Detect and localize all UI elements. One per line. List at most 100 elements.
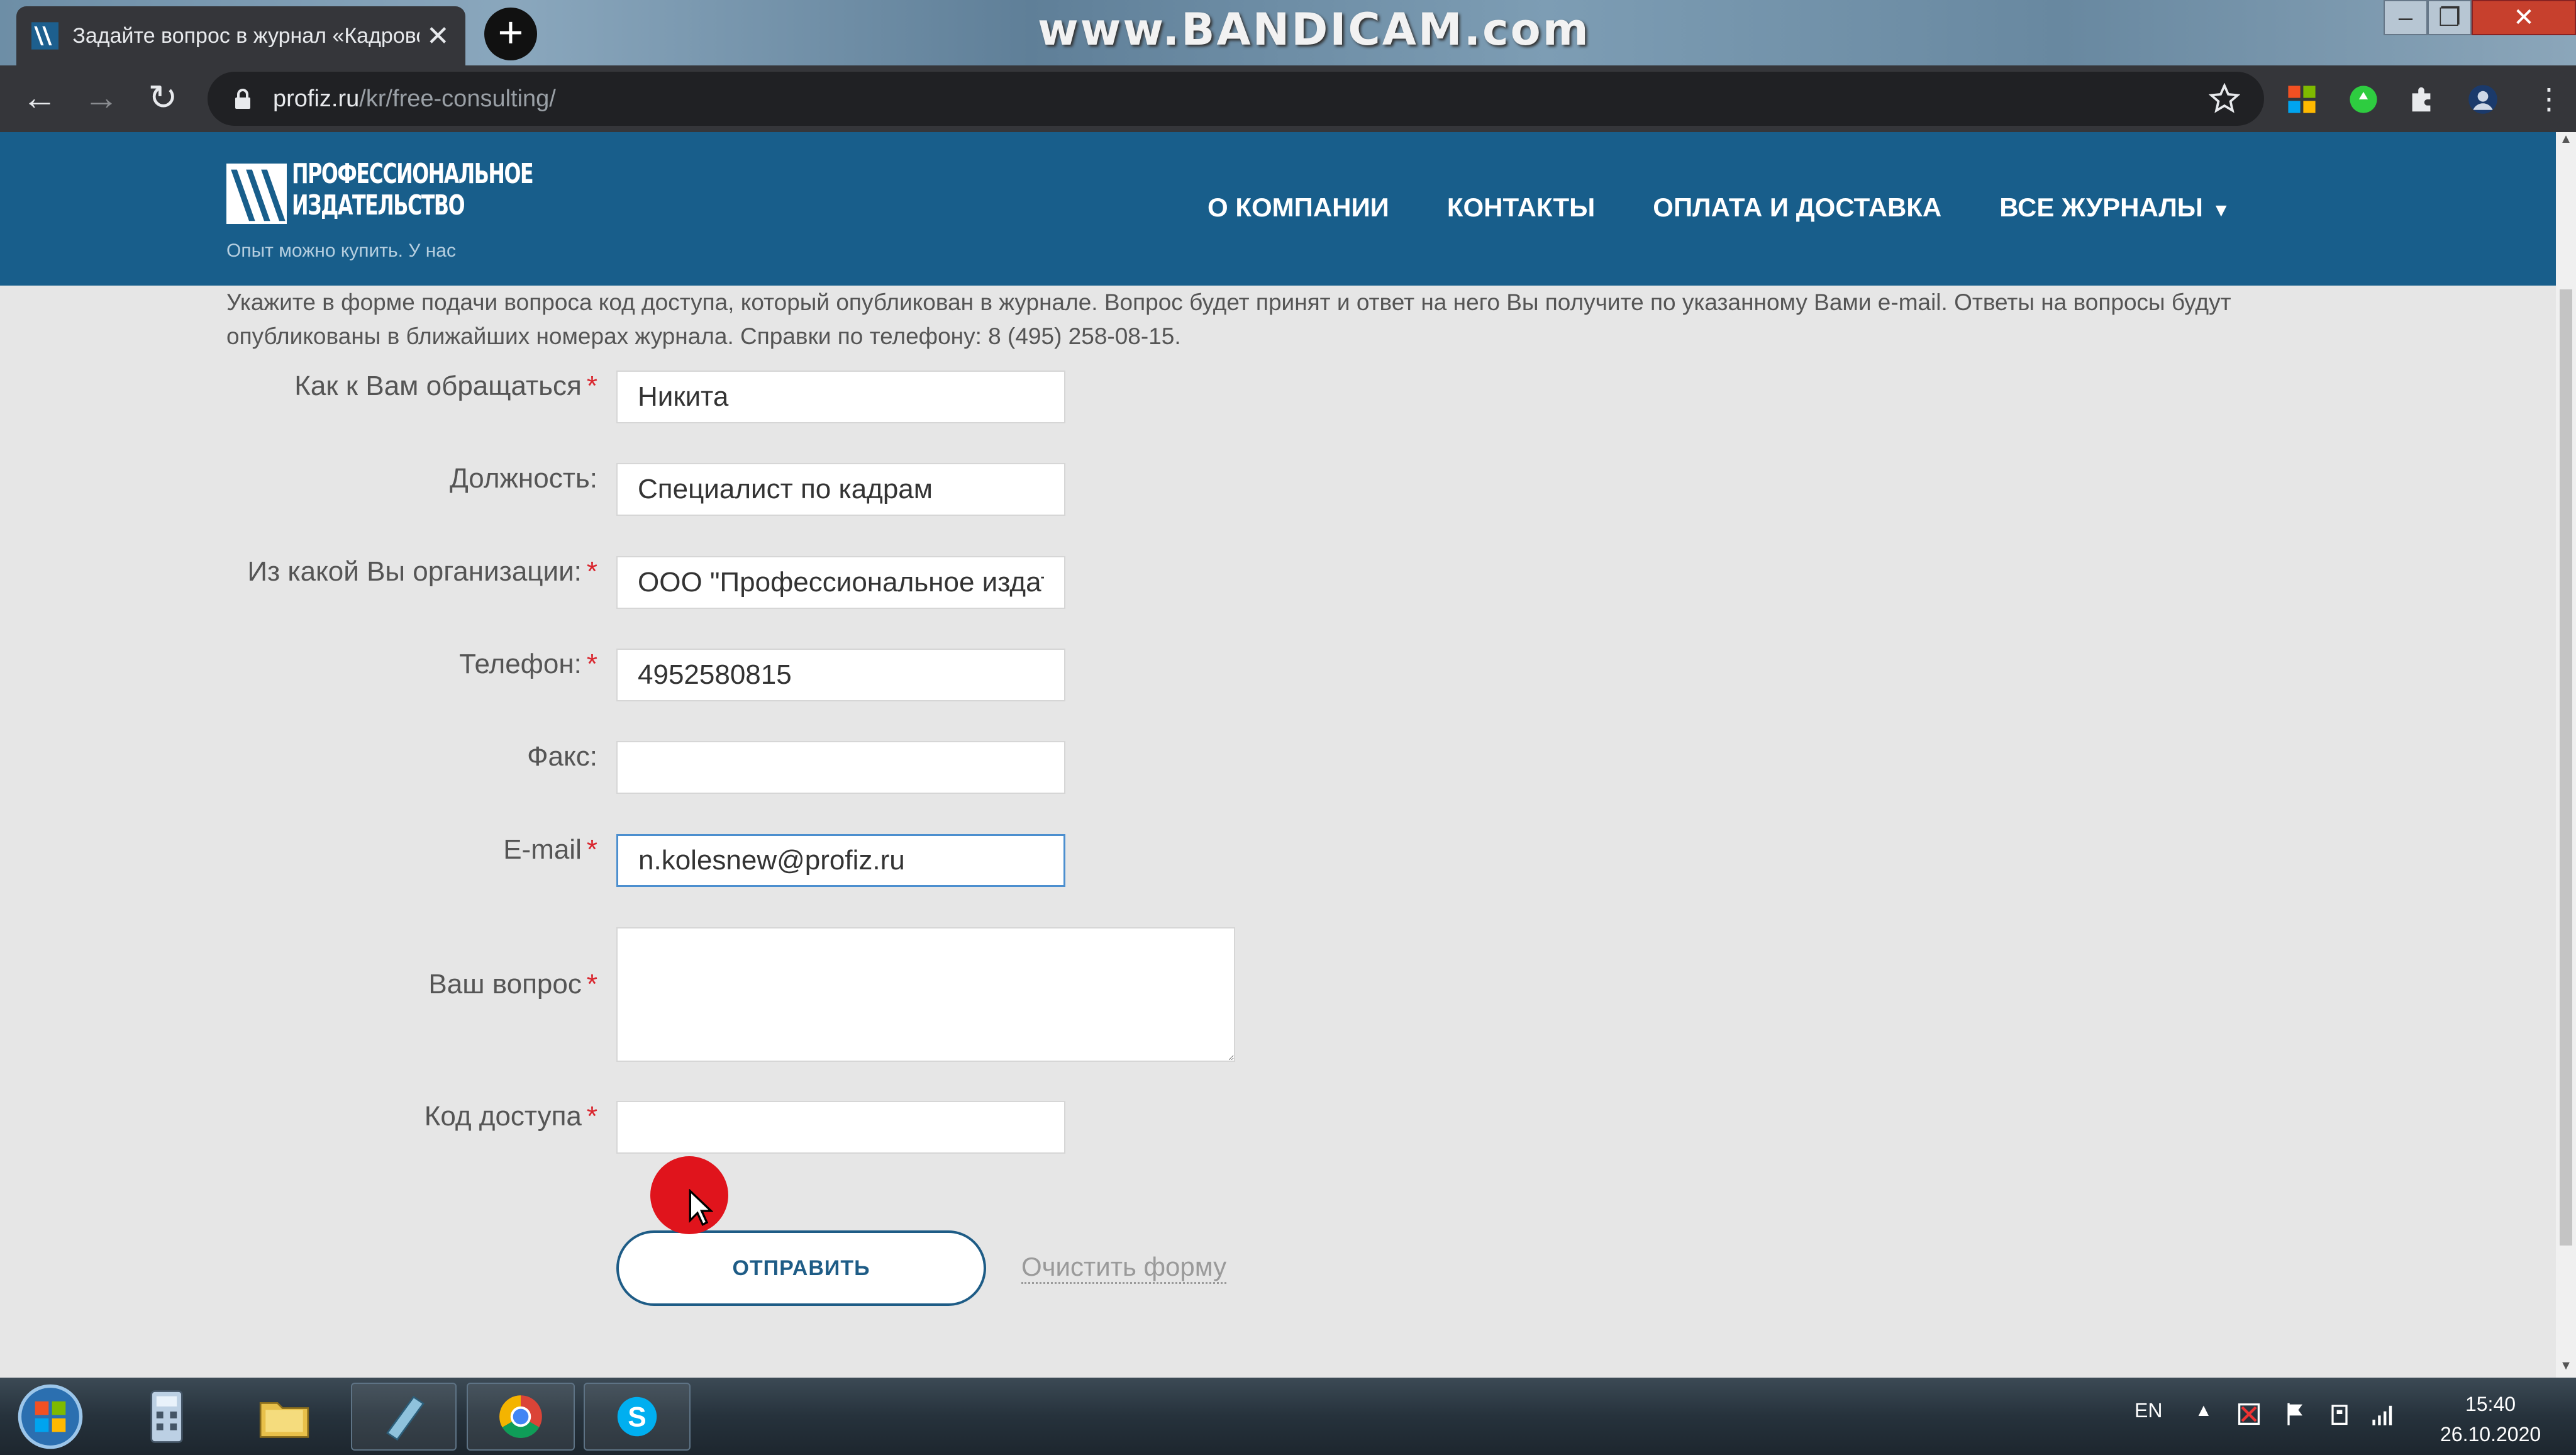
phone-label-text: Телефон: (459, 649, 582, 679)
phone-label: Телефон: * (459, 649, 597, 680)
browser-toolbar: ← → ↻ profiz.ru/kr/free-consulting/ ⋮ (0, 65, 2576, 132)
chrome-app-icon[interactable] (467, 1383, 575, 1451)
new-tab-button[interactable]: + (484, 8, 537, 60)
submit-button[interactable]: ОТПРАВИТЬ (616, 1230, 986, 1306)
window-maximize-button[interactable]: ❐ (2428, 0, 2472, 35)
access-code-label: Код доступа * (425, 1101, 597, 1132)
logo-line-1: ПРОФЕССИОНАЛЬНОЕ (292, 158, 534, 190)
page-scrollbar[interactable]: ▲ ▼ (2556, 132, 2576, 1378)
antivirus-tray-icon[interactable] (2235, 1400, 2263, 1428)
system-clock[interactable]: 15:40 26.10.2020 (2440, 1389, 2541, 1449)
url-text: profiz.ru/kr/free-consulting/ (273, 86, 556, 113)
extensions-puzzle-icon[interactable] (2406, 84, 2436, 114)
nav-payment-delivery[interactable]: ОПЛАТА И ДОСТАВКА (1653, 192, 1941, 223)
name-label: Как к Вам обращаться * (294, 371, 597, 402)
device-tray-icon[interactable] (2326, 1400, 2353, 1428)
browser-tab-strip: Задайте вопрос в журнал «Кадровое дело» … (0, 0, 2576, 65)
notepad-app-icon[interactable] (351, 1383, 457, 1451)
keyboard-language-indicator[interactable]: EN (2135, 1399, 2162, 1422)
site-favicon-icon (31, 22, 59, 50)
lock-icon (235, 89, 250, 109)
access-code-label-text: Код доступа (424, 1101, 582, 1132)
site-header: ПРОФЕССИОНАЛЬНОЕ ИЗДАТЕЛЬСТВО Опыт можно… (0, 132, 2556, 286)
logo-tagline: Опыт можно купить. У нас (226, 240, 456, 261)
scroll-down-icon[interactable]: ▼ (2556, 1359, 2576, 1378)
scroll-up-icon[interactable]: ▲ (2556, 132, 2576, 151)
url-host: profiz.ru (273, 85, 360, 112)
nav-contacts[interactable]: КОНТАКТЫ (1447, 192, 1595, 223)
logo-line-2: ИЗДАТЕЛЬСТВО (292, 189, 465, 221)
required-mark: * (586, 834, 597, 865)
page-content: Укажите в форме подачи вопроса код досту… (0, 286, 2556, 1378)
recorder-watermark: www.BANDICAM.com (1038, 4, 1591, 55)
nav-all-journals[interactable]: ВСЕ ЖУРНАЛЫ ▼ (1999, 192, 2230, 223)
position-input[interactable] (616, 463, 1065, 516)
email-label: E-mail * (503, 834, 597, 866)
svg-text:S: S (628, 1402, 646, 1433)
microsoft-extension-icon[interactable] (2287, 84, 2317, 114)
question-textarea[interactable] (616, 927, 1235, 1062)
main-nav: О КОМПАНИИ КОНТАКТЫ ОПЛАТА И ДОСТАВКА ВС… (1208, 192, 2231, 223)
clear-form-link[interactable]: Очистить форму (1021, 1252, 1227, 1284)
question-label-text: Ваш вопрос (428, 969, 582, 1000)
required-mark: * (586, 556, 597, 587)
windows-taskbar: S EN ▲ 15:40 26.10.2020 (0, 1378, 2576, 1455)
calculator-icon[interactable] (119, 1383, 214, 1451)
tab-title: Задайте вопрос в журнал «Кадровое дело» (72, 23, 419, 48)
mouse-pointer-icon (689, 1189, 713, 1226)
start-orb-icon[interactable] (11, 1383, 89, 1451)
required-mark: * (586, 649, 597, 679)
skype-app-icon[interactable]: S (584, 1383, 691, 1451)
form-row-name: Как к Вам обращаться * (0, 371, 1258, 427)
question-label: Ваш вопрос * (428, 969, 597, 1000)
reload-icon[interactable]: ↻ (142, 78, 184, 120)
required-mark: * (586, 371, 597, 401)
form-row-email: E-mail * (0, 834, 1258, 891)
scrollbar-thumb[interactable] (2560, 289, 2572, 1246)
email-input[interactable] (616, 834, 1065, 887)
position-label: Должность: (450, 463, 597, 494)
phone-input[interactable] (616, 649, 1065, 701)
access-code-input[interactable] (616, 1101, 1065, 1154)
name-label-text: Как к Вам обращаться (294, 371, 582, 401)
browser-menu-kebab-icon[interactable]: ⋮ (2534, 84, 2563, 114)
green-extension-icon[interactable] (2348, 84, 2379, 114)
back-arrow-icon[interactable]: ← (19, 78, 60, 120)
form-row-organization: Из какой Вы организации: * (0, 556, 1258, 613)
form-row-fax: Факс: (0, 741, 1258, 798)
name-input[interactable] (616, 371, 1065, 423)
forward-arrow-icon[interactable]: → (80, 78, 122, 120)
email-label-text: E-mail (503, 834, 582, 865)
file-explorer-icon[interactable] (234, 1383, 335, 1451)
organization-label: Из какой Вы организации: * (247, 556, 597, 588)
required-mark: * (586, 1101, 597, 1132)
organization-input[interactable] (616, 556, 1065, 609)
form-row-position: Должность: (0, 463, 1258, 520)
window-close-button[interactable]: ✕ (2472, 0, 2576, 35)
organization-label-text: Из какой Вы организации: (247, 556, 582, 587)
network-signal-icon[interactable] (2370, 1400, 2397, 1428)
fax-label: Факс: (527, 741, 597, 772)
caret-down-icon: ▼ (2211, 200, 2231, 221)
url-path: /kr/free-consulting/ (359, 85, 556, 112)
nav-about[interactable]: О КОМПАНИИ (1208, 192, 1389, 223)
form-row-phone: Телефон: * (0, 649, 1258, 705)
bookmark-star-icon[interactable] (2209, 83, 2240, 114)
form-intro-text: Укажите в форме подачи вопроса код досту… (226, 289, 2231, 349)
form-row-question: Ваш вопрос * (0, 927, 1258, 1072)
profile-avatar-icon[interactable] (2468, 84, 2498, 114)
required-mark: * (586, 969, 597, 1000)
nav-all-journals-label: ВСЕ ЖУРНАЛЫ (1999, 192, 2203, 222)
address-bar[interactable]: profiz.ru/kr/free-consulting/ (208, 72, 2264, 126)
fax-input[interactable] (616, 741, 1065, 794)
window-minimize-button[interactable]: – (2384, 0, 2428, 35)
clock-date: 26.10.2020 (2440, 1423, 2541, 1446)
action-center-flag-icon[interactable] (2282, 1400, 2309, 1428)
logo-text: ПРОФЕССИОНАЛЬНОЕ ИЗДАТЕЛЬСТВО (292, 158, 534, 221)
browser-tab-active[interactable]: Задайте вопрос в журнал «Кадровое дело» … (16, 6, 465, 65)
tray-expand-icon[interactable]: ▲ (2195, 1400, 2212, 1420)
form-row-access-code: Код доступа * (0, 1101, 1258, 1157)
tab-close-icon[interactable]: ✕ (426, 20, 450, 52)
clock-time: 15:40 (2465, 1393, 2516, 1415)
logo-mark-icon (226, 164, 287, 224)
